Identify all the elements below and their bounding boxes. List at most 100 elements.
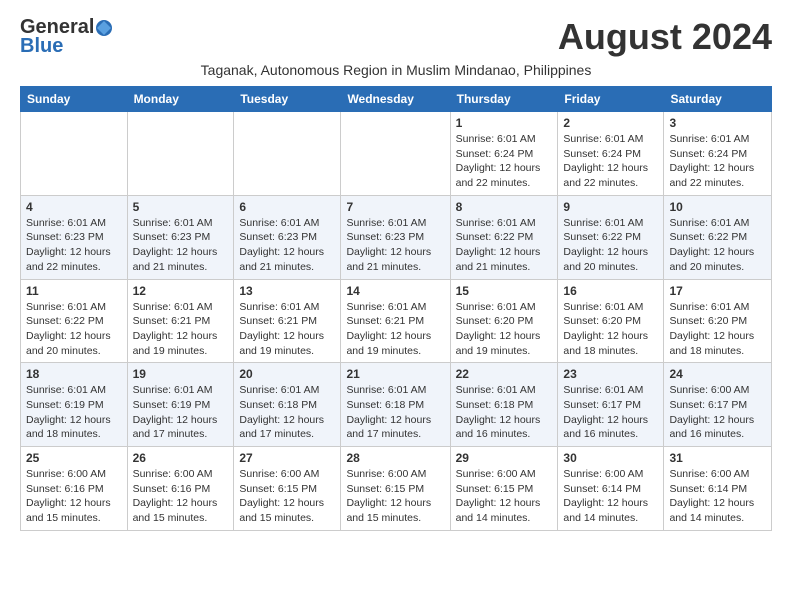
day-info: Sunrise: 6:01 AM Sunset: 6:19 PM Dayligh… [133, 383, 229, 442]
day-number: 23 [563, 367, 658, 381]
calendar-cell: 24 Sunrise: 6:00 AM Sunset: 6:17 PM Dayli… [664, 363, 772, 447]
day-number: 9 [563, 200, 658, 214]
day-number: 10 [669, 200, 766, 214]
day-number: 11 [26, 284, 122, 298]
day-header-monday: Monday [127, 87, 234, 112]
calendar-cell: 27 Sunrise: 6:00 AM Sunset: 6:15 PM Dayli… [234, 447, 341, 531]
calendar-cell: 7Sunrise: 6:01 AM Sunset: 6:23 PM Daylig… [341, 195, 450, 279]
calendar-cell: 15Sunrise: 6:01 AM Sunset: 6:20 PM Dayli… [450, 279, 558, 363]
calendar-cell: 23 Sunrise: 6:01 AM Sunset: 6:17 PM Dayli… [558, 363, 664, 447]
day-number: 26 [133, 451, 229, 465]
day-info: Sunrise: 6:01 AM Sunset: 6:17 PM Dayligh… [563, 383, 658, 442]
calendar-cell: 22 Sunrise: 6:01 AM Sunset: 6:18 PM Dayli… [450, 363, 558, 447]
calendar-cell: 18 Sunrise: 6:01 AM Sunset: 6:19 PM Dayli… [21, 363, 128, 447]
day-number: 4 [26, 200, 122, 214]
day-info: Sunrise: 6:00 AM Sunset: 6:16 PM Dayligh… [26, 467, 122, 526]
day-number: 8 [456, 200, 553, 214]
day-number: 18 [26, 367, 122, 381]
calendar-cell: 3 Sunrise: 6:01 AM Sunset: 6:24 PM Daylig… [664, 112, 772, 196]
day-info: Sunrise: 6:00 AM Sunset: 6:16 PM Dayligh… [133, 467, 229, 526]
calendar-cell: 25 Sunrise: 6:00 AM Sunset: 6:16 PM Dayli… [21, 447, 128, 531]
day-info: Sunrise: 6:00 AM Sunset: 6:14 PM Dayligh… [669, 467, 766, 526]
calendar-cell: 2 Sunrise: 6:01 AM Sunset: 6:24 PM Daylig… [558, 112, 664, 196]
day-header-saturday: Saturday [664, 87, 772, 112]
day-number: 3 [669, 116, 766, 130]
day-info: Sunrise: 6:01 AM Sunset: 6:22 PM Dayligh… [669, 216, 766, 275]
month-title: August 2024 [558, 16, 772, 58]
calendar-cell: 12 Sunrise: 6:01 AM Sunset: 6:21 PM Dayli… [127, 279, 234, 363]
day-number: 20 [239, 367, 335, 381]
day-info: Sunrise: 6:00 AM Sunset: 6:15 PM Dayligh… [456, 467, 553, 526]
calendar-cell: 6 Sunrise: 6:01 AM Sunset: 6:23 PM Daylig… [234, 195, 341, 279]
calendar-cell: 29 Sunrise: 6:00 AM Sunset: 6:15 PM Dayli… [450, 447, 558, 531]
day-number: 1 [456, 116, 553, 130]
day-info: Sunrise: 6:01 AM Sunset: 6:18 PM Dayligh… [456, 383, 553, 442]
day-info: Sunrise: 6:01 AM Sunset: 6:23 PM Dayligh… [239, 216, 335, 275]
day-info: Sunrise: 6:01 AM Sunset: 6:20 PM Dayligh… [563, 300, 658, 359]
day-number: 2 [563, 116, 658, 130]
day-info: Sunrise: 6:01 AM Sunset: 6:19 PM Dayligh… [26, 383, 122, 442]
calendar-cell: 4 Sunrise: 6:01 AM Sunset: 6:23 PM Daylig… [21, 195, 128, 279]
day-number: 15 [456, 284, 553, 298]
logo-blue-text: Blue [20, 35, 63, 58]
day-number: 31 [669, 451, 766, 465]
day-info: Sunrise: 6:01 AM Sunset: 6:22 PM Dayligh… [26, 300, 122, 359]
day-info: Sunrise: 6:01 AM Sunset: 6:21 PM Dayligh… [239, 300, 335, 359]
day-number: 17 [669, 284, 766, 298]
logo-icon [95, 19, 113, 37]
day-number: 5 [133, 200, 229, 214]
calendar-cell: 30 Sunrise: 6:00 AM Sunset: 6:14 PM Dayli… [558, 447, 664, 531]
day-info: Sunrise: 6:01 AM Sunset: 6:24 PM Dayligh… [456, 132, 553, 191]
calendar-cell [127, 112, 234, 196]
day-info: Sunrise: 6:00 AM Sunset: 6:14 PM Dayligh… [563, 467, 658, 526]
day-number: 13 [239, 284, 335, 298]
day-number: 6 [239, 200, 335, 214]
day-info: Sunrise: 6:01 AM Sunset: 6:23 PM Dayligh… [26, 216, 122, 275]
day-number: 29 [456, 451, 553, 465]
calendar-cell: 31 Sunrise: 6:00 AM Sunset: 6:14 PM Dayli… [664, 447, 772, 531]
calendar-cell [21, 112, 128, 196]
day-number: 27 [239, 451, 335, 465]
calendar-cell: 9Sunrise: 6:01 AM Sunset: 6:22 PM Daylig… [558, 195, 664, 279]
day-number: 12 [133, 284, 229, 298]
day-number: 24 [669, 367, 766, 381]
header: General Blue August 2024 [20, 16, 772, 58]
day-info: Sunrise: 6:00 AM Sunset: 6:17 PM Dayligh… [669, 383, 766, 442]
calendar-cell: 19 Sunrise: 6:01 AM Sunset: 6:19 PM Dayli… [127, 363, 234, 447]
day-info: Sunrise: 6:00 AM Sunset: 6:15 PM Dayligh… [239, 467, 335, 526]
day-header-tuesday: Tuesday [234, 87, 341, 112]
calendar-cell [341, 112, 450, 196]
day-number: 22 [456, 367, 553, 381]
calendar-cell: 11 Sunrise: 6:01 AM Sunset: 6:22 PM Dayli… [21, 279, 128, 363]
calendar-cell: 28Sunrise: 6:00 AM Sunset: 6:15 PM Dayli… [341, 447, 450, 531]
calendar-cell: 14 Sunrise: 6:01 AM Sunset: 6:21 PM Dayli… [341, 279, 450, 363]
day-header-sunday: Sunday [21, 87, 128, 112]
day-info: Sunrise: 6:01 AM Sunset: 6:18 PM Dayligh… [346, 383, 444, 442]
calendar-cell: 13 Sunrise: 6:01 AM Sunset: 6:21 PM Dayli… [234, 279, 341, 363]
calendar-cell: 16 Sunrise: 6:01 AM Sunset: 6:20 PM Dayli… [558, 279, 664, 363]
calendar-cell: 21 Sunrise: 6:01 AM Sunset: 6:18 PM Dayli… [341, 363, 450, 447]
calendar-cell: 17 Sunrise: 6:01 AM Sunset: 6:20 PM Dayli… [664, 279, 772, 363]
day-info: Sunrise: 6:01 AM Sunset: 6:18 PM Dayligh… [239, 383, 335, 442]
calendar-table: SundayMondayTuesdayWednesdayThursdayFrid… [20, 86, 772, 531]
calendar-cell: 1 Sunrise: 6:01 AM Sunset: 6:24 PM Daylig… [450, 112, 558, 196]
day-number: 21 [346, 367, 444, 381]
day-number: 14 [346, 284, 444, 298]
day-info: Sunrise: 6:01 AM Sunset: 6:21 PM Dayligh… [346, 300, 444, 359]
day-number: 19 [133, 367, 229, 381]
day-number: 30 [563, 451, 658, 465]
calendar-cell: 20 Sunrise: 6:01 AM Sunset: 6:18 PM Dayli… [234, 363, 341, 447]
calendar-cell: 10 Sunrise: 6:01 AM Sunset: 6:22 PM Dayli… [664, 195, 772, 279]
day-info: Sunrise: 6:01 AM Sunset: 6:20 PM Dayligh… [669, 300, 766, 359]
day-number: 25 [26, 451, 122, 465]
day-header-friday: Friday [558, 87, 664, 112]
day-header-thursday: Thursday [450, 87, 558, 112]
day-number: 16 [563, 284, 658, 298]
day-info: Sunrise: 6:01 AM Sunset: 6:23 PM Dayligh… [133, 216, 229, 275]
day-info: Sunrise: 6:01 AM Sunset: 6:21 PM Dayligh… [133, 300, 229, 359]
logo: General Blue [20, 16, 113, 58]
calendar-cell: 26 Sunrise: 6:00 AM Sunset: 6:16 PM Dayli… [127, 447, 234, 531]
day-info: Sunrise: 6:01 AM Sunset: 6:24 PM Dayligh… [563, 132, 658, 191]
day-info: Sunrise: 6:01 AM Sunset: 6:24 PM Dayligh… [669, 132, 766, 191]
day-header-wednesday: Wednesday [341, 87, 450, 112]
